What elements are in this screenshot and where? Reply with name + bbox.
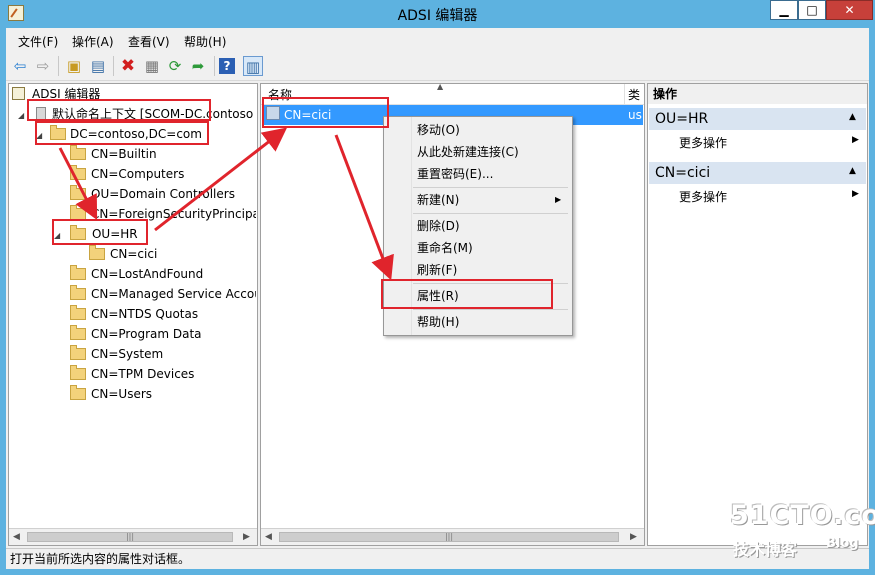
status-text: 打开当前所选内容的属性对话框。 [10,552,191,566]
annotation-arrows [58,127,394,281]
watermark-subtitle: 技术博客 [733,540,798,559]
arrow-domain-to-hr [58,147,98,220]
watermark-logo: 51CTO.com [730,500,875,531]
watermark-blog: Blog [826,536,859,551]
arrow-cici-to-properties [334,134,394,281]
arrow-hr-to-cici [154,127,288,232]
